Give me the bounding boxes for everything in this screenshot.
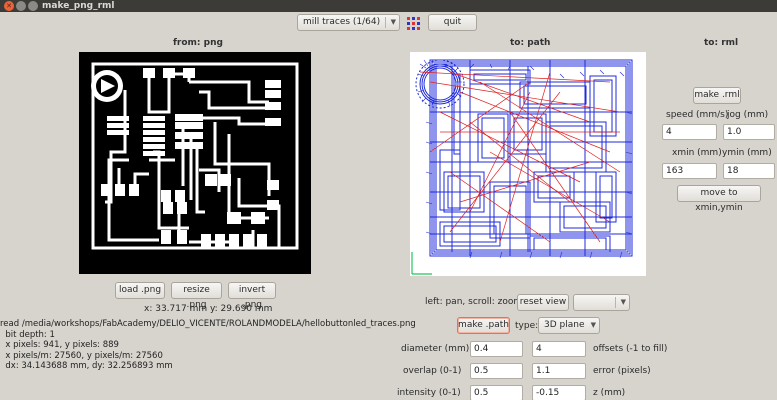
offsets-label: offsets (-1 to fill): [593, 344, 668, 354]
mode-select[interactable]: mill traces (1/64) ▼: [297, 14, 400, 31]
diameter-label: diameter (mm): [401, 344, 470, 354]
ymin-input[interactable]: 18: [723, 163, 775, 179]
png-panel-header: from: png: [173, 38, 223, 48]
path-view-hint: left: pan, scroll: zoom: [425, 297, 523, 307]
jog-input[interactable]: 1.0: [723, 124, 775, 140]
z-label: z (mm): [593, 388, 626, 398]
error-label: error (pixels): [593, 366, 651, 376]
window-minimize-icon[interactable]: [16, 1, 26, 11]
chevron-down-icon: ▼: [590, 321, 596, 329]
chevron-down-icon: ▼: [620, 298, 626, 306]
jog-label: jog (mm): [727, 110, 769, 120]
make-rml-button[interactable]: make .rml: [693, 87, 741, 104]
invert-png-button[interactable]: invert .png: [228, 282, 276, 310]
png-info-log: read /media/workshops/FabAcademy/DELIO_V…: [0, 319, 416, 372]
type-select-value: 3D plane: [544, 320, 585, 330]
type-label: type:: [515, 321, 539, 331]
intensity-label: intensity (0-1): [397, 388, 461, 398]
intensity-input[interactable]: 0.5: [470, 385, 523, 400]
xmin-input[interactable]: 163: [662, 163, 717, 179]
quit-button[interactable]: quit: [428, 14, 477, 31]
speed-input[interactable]: 4: [662, 124, 717, 140]
z-input[interactable]: -0.15: [532, 385, 586, 400]
mode-select-value: mill traces (1/64): [303, 17, 381, 27]
type-select[interactable]: 3D plane ▼: [538, 317, 600, 334]
toolpath-image: [411, 59, 633, 275]
window-maximize-icon[interactable]: [28, 1, 38, 11]
window-titlebar: ✕ make_png_rml: [0, 0, 777, 12]
overlap-label: overlap (0-1): [403, 366, 462, 376]
window-close-icon[interactable]: ✕: [4, 1, 14, 11]
rml-panel-header: to: rml: [704, 38, 739, 48]
offsets-input[interactable]: 4: [532, 341, 586, 357]
error-input[interactable]: 1.1: [532, 363, 586, 379]
info-line: read /media/workshops/FabAcademy/DELIO_V…: [0, 319, 416, 329]
load-png-button[interactable]: load .png: [115, 282, 165, 299]
info-line: x pixels: 941, y pixels: 889: [0, 340, 119, 350]
pcb-traces-image: [91, 62, 299, 250]
combo-separator: [385, 17, 386, 28]
combo-separator: [615, 297, 616, 308]
window-title: make_png_rml: [42, 1, 115, 11]
reset-view-button[interactable]: reset view: [517, 294, 569, 311]
make-path-button[interactable]: make .path: [457, 317, 510, 334]
view-select[interactable]: ▼: [573, 294, 630, 311]
path-panel-header: to: path: [510, 38, 551, 48]
cursor-coordinates: x: 33.717 mm y: 29.690 mm: [144, 304, 273, 314]
xmin-label: xmin (mm): [672, 148, 722, 158]
chevron-down-icon: ▼: [390, 18, 396, 26]
speed-label: speed (mm/s): [666, 110, 729, 120]
move-to-origin-button[interactable]: move to xmin,ymin: [677, 185, 761, 213]
diameter-input[interactable]: 0.4: [470, 341, 523, 357]
resize-png-button[interactable]: resize .png: [171, 282, 222, 310]
grid-icon[interactable]: [407, 17, 420, 30]
ymin-label: ymin (mm): [722, 148, 772, 158]
info-line: bit depth: 1: [0, 329, 55, 340]
overlap-input[interactable]: 0.5: [470, 363, 523, 379]
info-line: x pixels/m: 27560, y pixels/m: 27560: [0, 350, 163, 361]
info-line: dx: 34.143688 mm, dy: 32.256893 mm: [0, 361, 173, 371]
path-preview-canvas[interactable]: [410, 52, 646, 276]
png-preview-canvas[interactable]: [79, 52, 311, 274]
